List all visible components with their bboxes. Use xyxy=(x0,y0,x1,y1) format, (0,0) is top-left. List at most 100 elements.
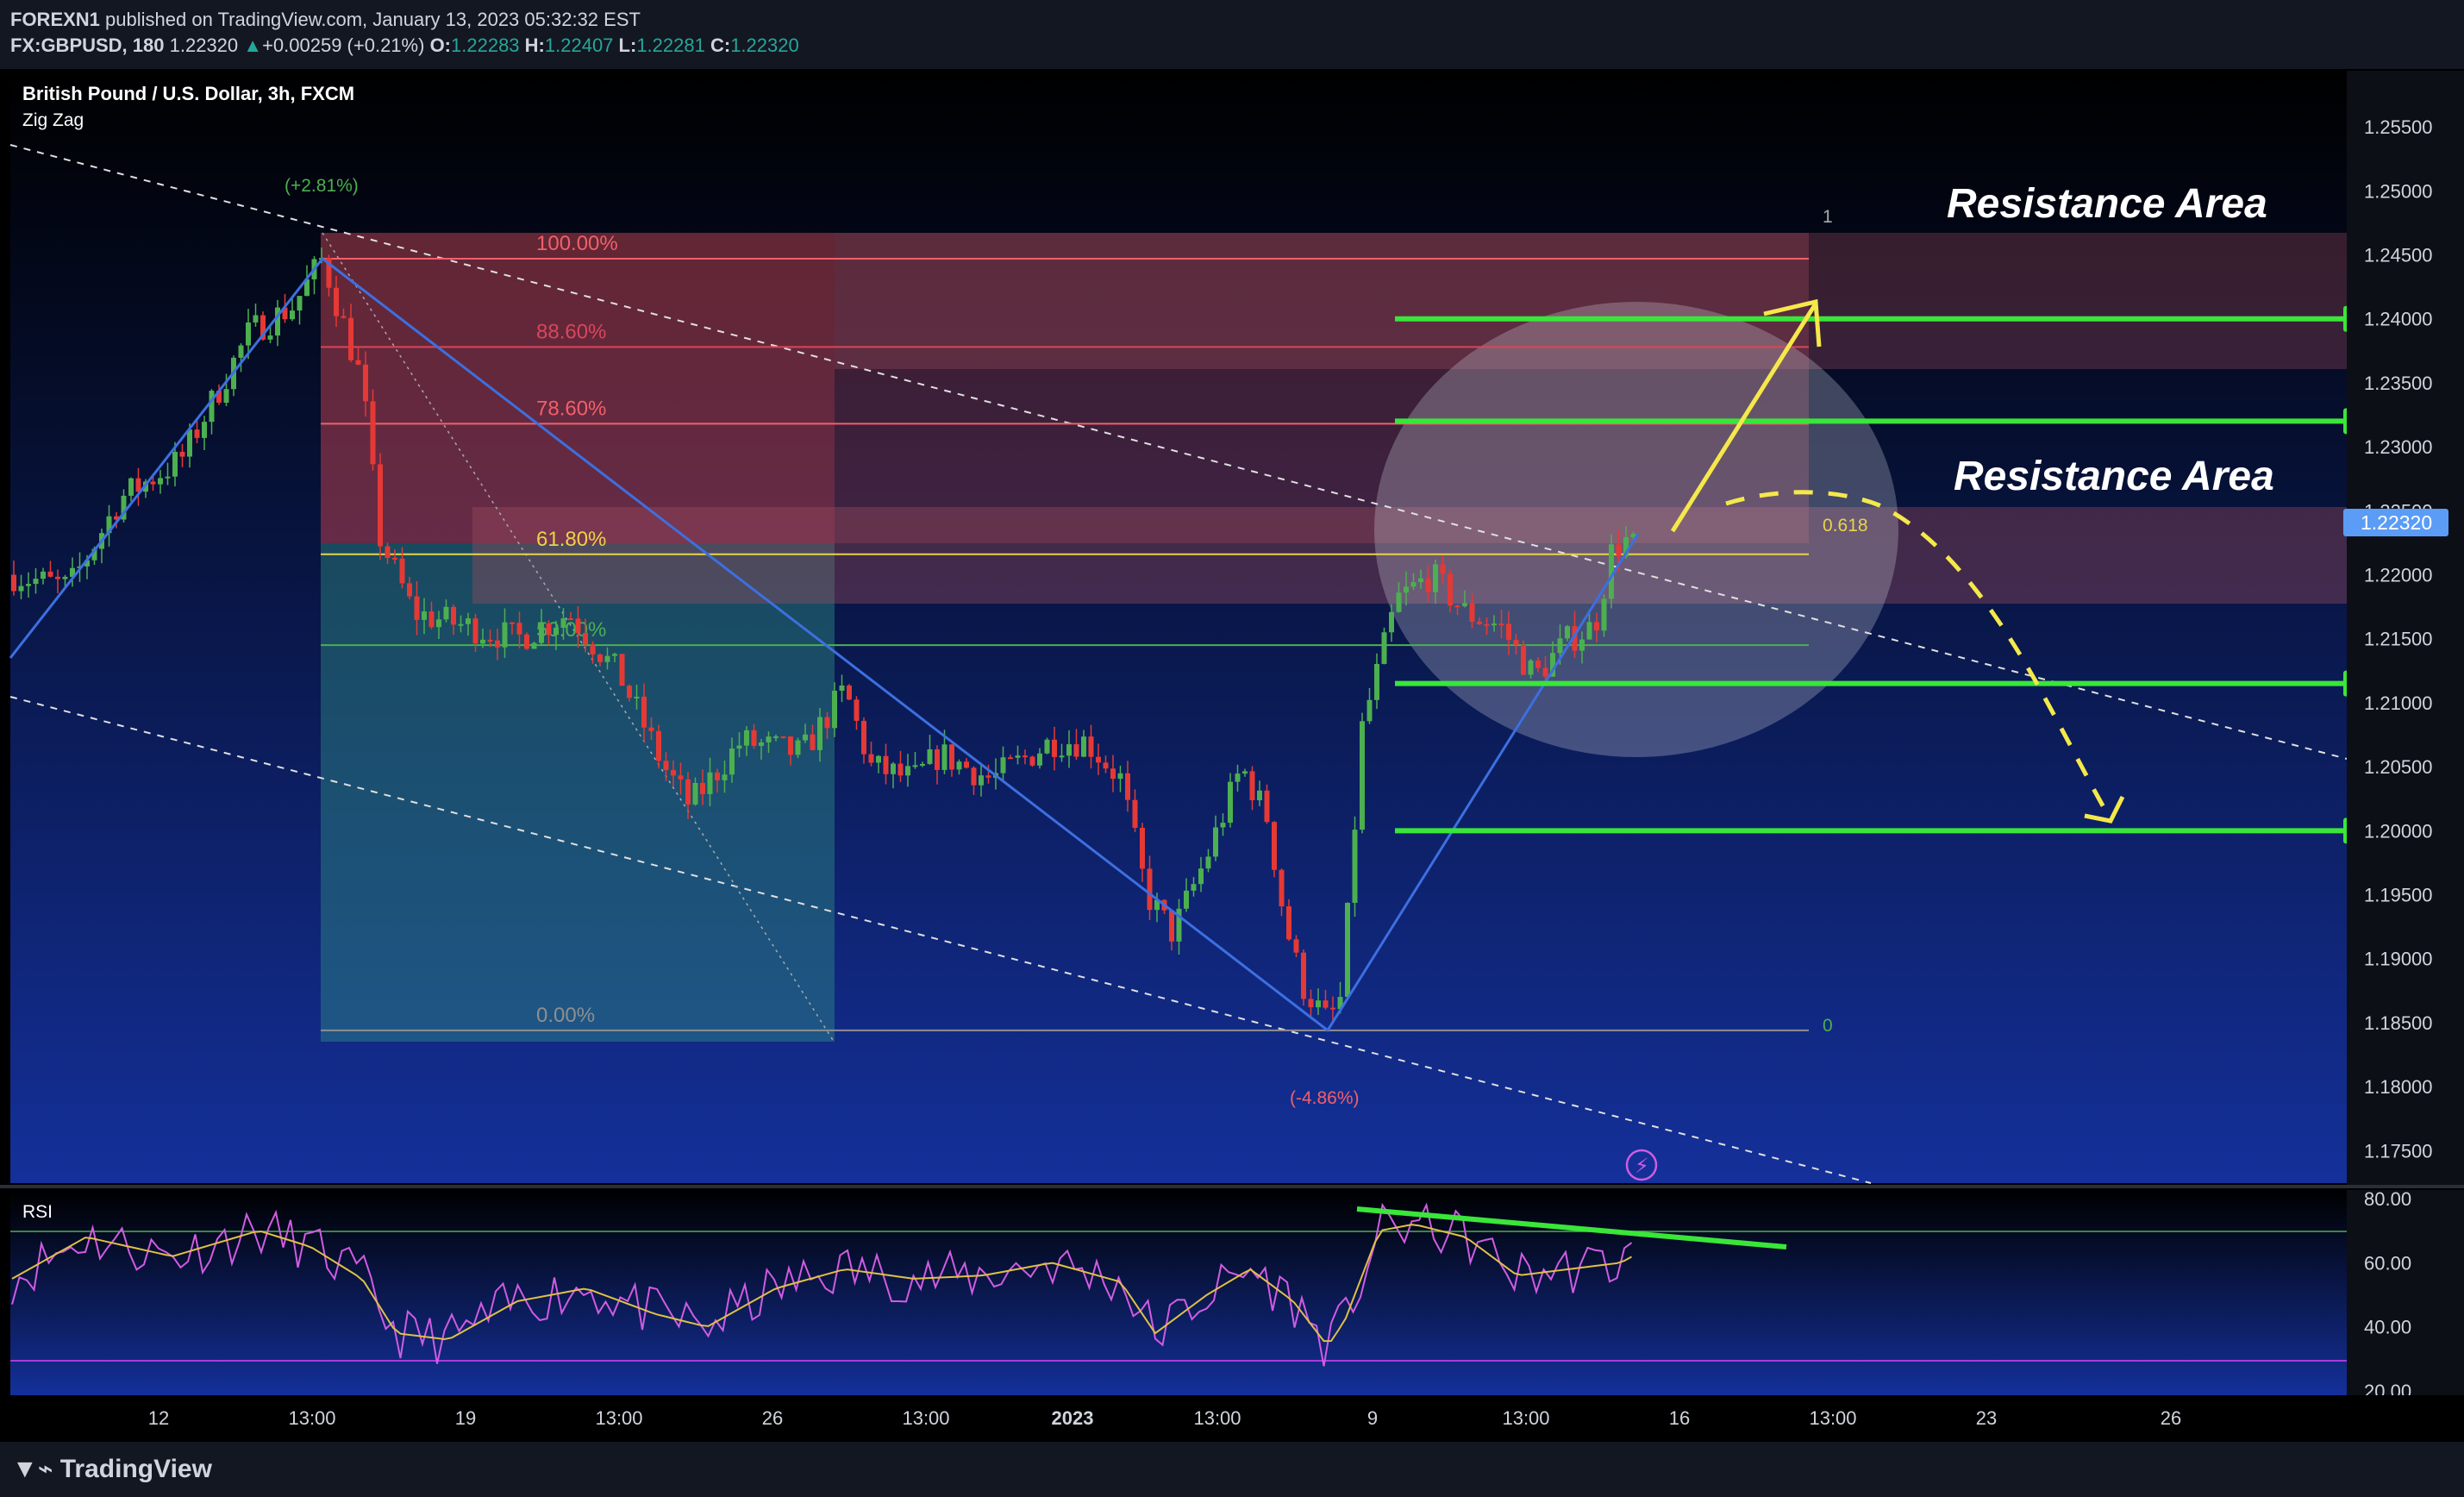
candle-body xyxy=(1066,744,1072,756)
candle-body xyxy=(1286,906,1291,940)
candle-body xyxy=(348,317,353,360)
candle-body xyxy=(905,766,910,776)
candle-body xyxy=(33,579,39,585)
candle-body xyxy=(150,481,156,485)
symbol-label[interactable]: FX:GBPUSD, 180 xyxy=(10,34,165,56)
candle-body xyxy=(824,717,830,729)
candle-body xyxy=(935,749,940,770)
candle-body xyxy=(392,557,397,560)
candle-body xyxy=(1586,622,1592,640)
publisher-name[interactable]: FOREXN1 xyxy=(10,9,100,30)
time-tick-label: 26 xyxy=(762,1407,783,1429)
time-axis[interactable]: 12 13:00 19 13:00 26 13:00 2023 13:00 9 13:00 16 13… xyxy=(0,1395,2464,1442)
price-tick-label: 1.23000 xyxy=(2364,436,2433,458)
candle-body xyxy=(158,478,163,485)
price-axis[interactable]: 1.25500 1.25000 1.24500 1.24000 1.23500 1.230… xyxy=(2347,71,2464,1185)
time-tick-label: 19 xyxy=(455,1407,476,1429)
candle-body xyxy=(1125,773,1130,800)
time-tick-label: 26 xyxy=(2161,1407,2181,1429)
candle-body xyxy=(1140,827,1145,869)
candle-body xyxy=(780,736,786,738)
candle-body xyxy=(1323,1000,1329,1008)
candle-body xyxy=(1448,573,1453,606)
candle-body xyxy=(135,478,141,492)
rsi-axis[interactable]: 80.0060.0040.0020.00 xyxy=(2347,1188,2464,1402)
candle-body xyxy=(656,730,661,761)
candle-body xyxy=(604,655,610,662)
candle-body xyxy=(751,730,757,746)
fib-level-label: 0.00% xyxy=(536,1004,595,1027)
candle-body xyxy=(128,478,134,496)
candle-body xyxy=(502,622,508,648)
candle-body xyxy=(1366,699,1373,722)
rsi-label[interactable]: RSI xyxy=(22,1202,53,1222)
time-tick-label: 12 xyxy=(148,1407,169,1429)
candle-body xyxy=(1345,902,1350,998)
price-tick-label: 1.25000 xyxy=(2364,180,2433,202)
candle-body xyxy=(1264,790,1270,823)
candle-body xyxy=(179,451,185,457)
candle-body xyxy=(238,345,244,358)
candle-body xyxy=(715,772,720,780)
fib-right-0: 0 xyxy=(1823,1016,1833,1036)
candle-body xyxy=(1440,564,1446,574)
candle-body xyxy=(678,775,684,780)
candle-body xyxy=(876,755,881,763)
candle-body xyxy=(1103,762,1109,769)
high-label: H: xyxy=(524,34,545,56)
candle-body xyxy=(1404,586,1409,593)
tradingview-logo[interactable]: ▼⌁ TradingView xyxy=(12,1454,212,1484)
candle-body xyxy=(1316,1000,1321,1008)
candle-body xyxy=(1198,868,1204,885)
candle-body xyxy=(472,618,478,644)
candle-body xyxy=(1521,644,1526,675)
candle-body xyxy=(223,389,229,403)
candle-body xyxy=(1008,757,1013,760)
candle-body xyxy=(26,584,31,586)
price-tick-label: 1.17500 xyxy=(2364,1140,2433,1162)
time-tick-label: 16 xyxy=(1669,1407,1690,1429)
candle-body xyxy=(692,782,698,805)
candle-body xyxy=(1191,884,1197,891)
candle-body xyxy=(1425,578,1431,592)
candle-body xyxy=(1073,744,1079,757)
rsi-pane-bg xyxy=(10,1190,2347,1395)
candle-body xyxy=(1360,721,1365,830)
price-tick-label: 1.23500 xyxy=(2364,373,2433,394)
candle-body xyxy=(1052,739,1057,757)
candle-body xyxy=(795,740,801,755)
candle-body xyxy=(1469,603,1475,623)
price-tick-label: 1.19500 xyxy=(2364,885,2433,906)
candle-body xyxy=(671,770,676,776)
candle-body xyxy=(847,685,852,700)
chart-canvas[interactable]: 100.00%88.60%78.60%61.80%50.00%0.00% 1.2… xyxy=(0,69,2464,1442)
candle-body xyxy=(41,571,46,579)
price-tick-label: 1.19000 xyxy=(2364,949,2433,970)
candle-body xyxy=(466,618,471,624)
tradingview-logo-icon: ▼⌁ xyxy=(12,1455,53,1483)
candle-body xyxy=(1147,868,1153,911)
candle-body xyxy=(590,644,596,655)
candle-body xyxy=(209,391,215,423)
candle-body xyxy=(1081,736,1086,757)
candle-body xyxy=(568,618,573,621)
candle-body xyxy=(1184,890,1189,909)
indicator-label[interactable]: Zig Zag xyxy=(22,110,84,130)
candle-body xyxy=(759,742,764,746)
candle-body xyxy=(1352,830,1358,903)
candle-body xyxy=(1498,623,1504,626)
time-tick-label: 23 xyxy=(1976,1407,1997,1429)
zigzag-low-pct: (-4.86%) xyxy=(1290,1088,1360,1108)
candle-body xyxy=(868,754,874,763)
candle-body xyxy=(1249,771,1255,801)
candle-body xyxy=(707,772,713,794)
candle-body xyxy=(1132,799,1138,828)
candle-body xyxy=(414,596,420,620)
candle-body xyxy=(1389,611,1394,633)
candle-body xyxy=(1279,869,1285,907)
candle-body xyxy=(583,633,588,645)
candle-body xyxy=(612,654,617,656)
fib-level-label: 78.60% xyxy=(536,397,606,420)
time-tick-label: 13:00 xyxy=(1502,1407,1549,1429)
candle-body xyxy=(1492,623,1497,626)
